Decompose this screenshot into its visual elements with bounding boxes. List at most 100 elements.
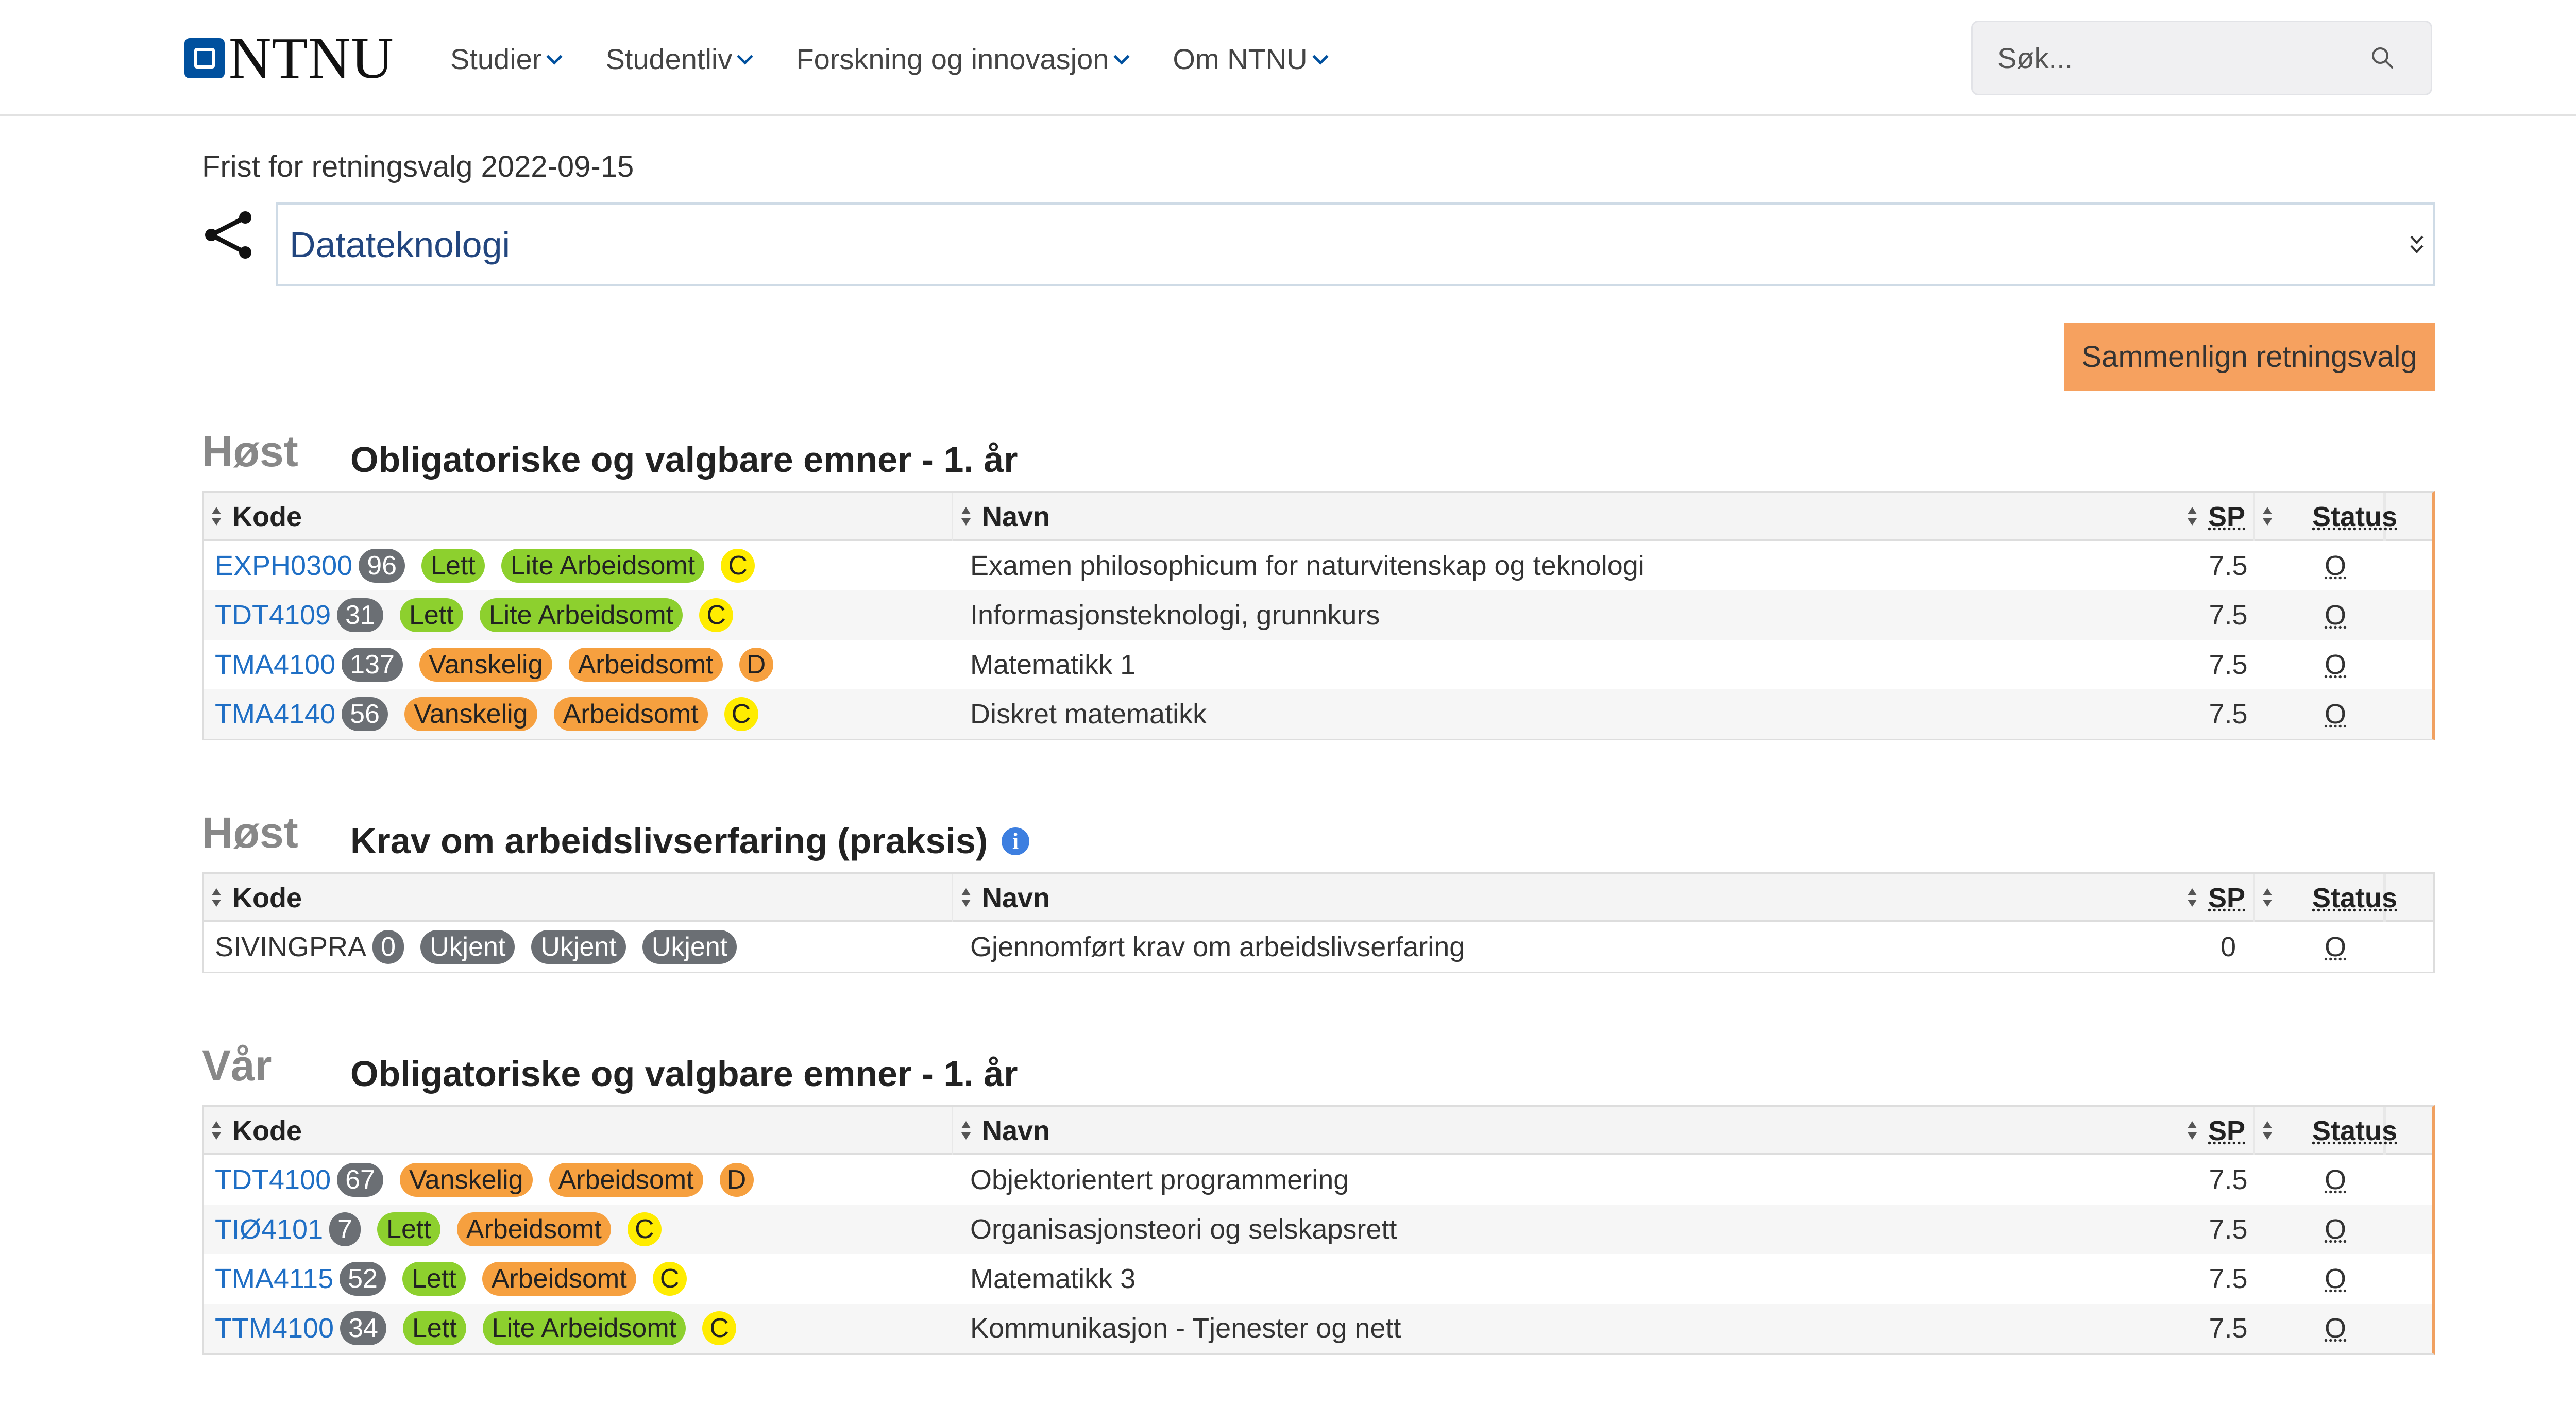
cell-status[interactable]: O [2325,1254,2346,1304]
column-header-sp[interactable]: SP [2179,874,2255,922]
course-code-link[interactable]: TMA4115 [215,1263,333,1295]
cell-status[interactable]: O [2325,1155,2346,1205]
info-icon[interactable]: i [1002,827,1029,855]
table-row: SIVINGPRA 0 Ukjent Ukjent Ukjent Gjennomført … [204,922,2433,972]
column-header-status[interactable]: Status [2255,874,2435,922]
semester-label: Høst [202,427,298,476]
review-count-badge: 0 [372,930,404,964]
column-header-sp[interactable]: SP [2179,1107,2255,1155]
workload-badge: Arbeidsomt [568,648,723,682]
cell-status[interactable]: O [2325,1205,2346,1254]
cell-kode: TDT4100 67 Vanskelig Arbeidsomt D [215,1155,754,1205]
column-header-kode[interactable]: Kode [204,874,953,922]
search-input[interactable] [1997,22,2358,94]
grade-badge: Ukjent [642,930,737,964]
cell-navn: Organisasjonsteori og selskapsrett [970,1214,1397,1245]
course-code-link[interactable]: TTM4100 [215,1312,334,1344]
semester-label: Høst [202,808,298,857]
nav-item-studentliv[interactable]: Studentliv [605,42,753,76]
review-count-badge: 67 [337,1163,383,1197]
cell-status[interactable]: O [2325,922,2346,972]
cell-sp: 7.5 [2209,1214,2248,1245]
nav-item-forskning[interactable]: Forskning og innovasjon [796,42,1130,76]
cell-status[interactable]: O [2325,590,2346,640]
grade-badge: C [627,1212,662,1246]
nav-label: Om NTNU [1173,42,1308,75]
course-code-link[interactable]: TMA4140 [215,698,335,730]
cell-status[interactable]: O [2325,689,2346,739]
sort-icon [2188,888,2197,907]
compare-tracks-button[interactable]: Sammenlign retningsvalg [2064,323,2435,391]
section-title: Obligatoriske og valgbare emner - 1. år [350,439,1018,480]
ntnu-logo[interactable]: NTNU [184,29,394,88]
review-count-badge: 52 [340,1262,386,1296]
cell-navn: Objektorientert programmering [970,1164,1349,1195]
cell-navn: Gjennomført krav om arbeidslivserfaring [970,932,1465,962]
grade-badge: C [721,549,755,583]
sort-icon [961,888,971,907]
column-header-navn[interactable]: Navn [953,493,2384,541]
column-header-kode[interactable]: Kode [204,493,953,541]
branch-icon [205,211,251,259]
sort-icon [212,1121,221,1140]
table-row: EXPH0300 96 Lett Lite Arbeidsomt C Examen phi… [204,541,2432,590]
cell-status[interactable]: O [2325,541,2346,590]
cell-navn: Examen philosophicum for naturvitenskap … [970,550,1645,581]
sort-icon [2263,888,2272,907]
cell-sp: 7.5 [2209,1313,2248,1344]
review-count-badge: 137 [342,648,403,682]
workload-badge: Arbeidsomt [549,1163,703,1197]
sort-icon [2188,507,2197,526]
main-nav: Studier Studentliv Forskning og innovasj… [450,37,1371,80]
nav-item-studier[interactable]: Studier [450,42,563,76]
review-count-badge: 31 [337,598,383,632]
difficulty-badge: Vanskelig [399,1163,533,1197]
cell-navn: Matematikk 1 [970,649,1136,680]
search-icon[interactable] [2370,46,2394,70]
review-count-badge: 7 [329,1212,361,1246]
double-chevron-down-icon [2410,235,2424,253]
cell-kode: TIØ4101 7 Lett Arbeidsomt C [215,1205,662,1254]
column-label: Navn [982,883,1050,913]
course-code-link[interactable]: TDT4100 [215,1164,331,1196]
section-title: Obligatoriske og valgbare emner - 1. år [350,1054,1018,1094]
table-header: Kode Navn SP Status [204,493,2432,541]
table-row: TMA4100 137 Vanskelig Arbeidsomt D Matematikk… [204,640,2432,689]
workload-badge: Lite Arbeidsomt [479,598,683,632]
course-code-link: SIVINGPRA [215,932,367,962]
workload-badge: Lite Arbeidsomt [482,1311,686,1345]
column-header-status[interactable]: Status [2255,1107,2435,1155]
table-header: Kode Navn SP Status [204,874,2433,922]
column-header-kode[interactable]: Kode [204,1107,953,1155]
course-code-link[interactable]: TMA4100 [215,649,335,681]
column-header-sp[interactable]: SP [2179,493,2255,541]
column-label: SP [2208,1115,2246,1146]
cell-status[interactable]: O [2325,640,2346,689]
course-code-link[interactable]: TDT4109 [215,599,331,631]
cell-sp: 7.5 [2209,1164,2248,1195]
grade-badge: C [724,697,758,731]
nav-item-om-ntnu[interactable]: Om NTNU [1173,42,1329,76]
cell-kode: TMA4140 56 Vanskelig Arbeidsomt C [215,689,758,739]
nav-label: Studier [450,42,542,75]
track-select[interactable]: Datateknologi [276,202,2435,286]
cell-navn: Matematikk 3 [970,1263,1136,1294]
column-header-navn[interactable]: Navn [953,1107,2384,1155]
chevron-down-icon [737,48,753,65]
table-row: TTM4100 34 Lett Lite Arbeidsomt C Kommunikasj… [204,1304,2432,1353]
review-count-badge: 96 [359,549,405,583]
difficulty-badge: Lett [377,1212,440,1246]
table-row: TDT4100 67 Vanskelig Arbeidsomt D Objektorien… [204,1155,2432,1205]
column-header-status[interactable]: Status [2255,493,2435,541]
cell-kode: TMA4100 137 Vanskelig Arbeidsomt D [215,640,773,689]
course-table: Kode Navn SP Status EXPH0300 96 Lett Lite Arbei… [202,491,2435,740]
course-code-link[interactable]: TIØ4101 [215,1213,323,1245]
column-header-navn[interactable]: Navn [953,874,2384,922]
column-label: Kode [232,883,302,913]
course-code-link[interactable]: EXPH0300 [215,550,352,582]
cell-status[interactable]: O [2325,1304,2346,1353]
sort-icon [961,507,971,526]
sort-icon [2263,1121,2272,1140]
sort-icon [212,888,221,907]
cell-navn: Diskret matematikk [970,699,1207,730]
